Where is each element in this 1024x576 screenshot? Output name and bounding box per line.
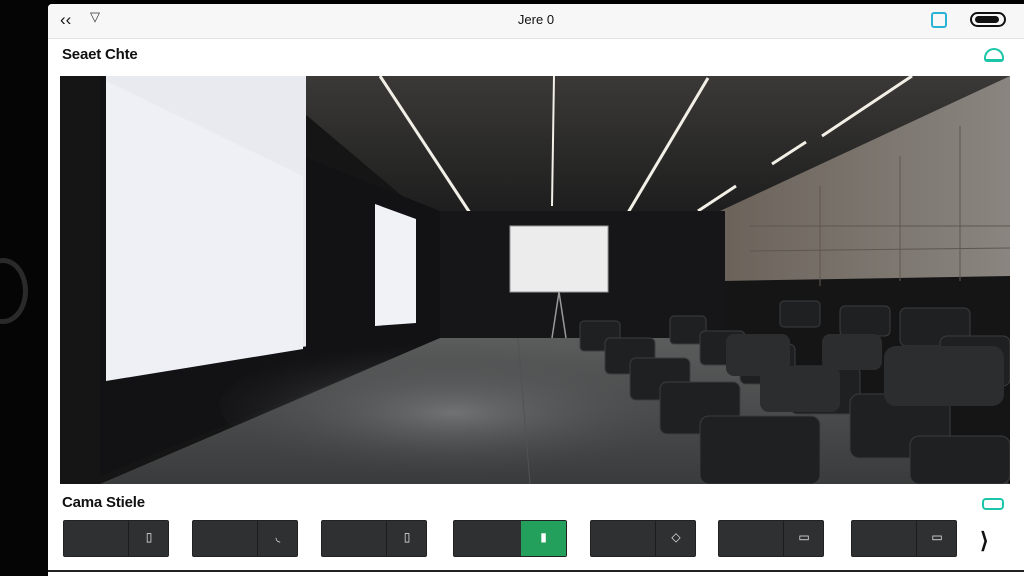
control-button-3[interactable]: ▯ (321, 520, 427, 557)
control-icon: ▯ (403, 530, 411, 544)
toggle-icon[interactable] (982, 498, 1004, 510)
control-divider (655, 521, 656, 556)
control-button-4-active[interactable]: ▮ (453, 520, 567, 557)
control-button-2[interactable]: ◟ (192, 520, 298, 557)
control-button-1[interactable]: ▯ (63, 520, 169, 557)
control-divider (916, 521, 917, 556)
app-window: ‹‹ ▽ Jere 0 Seaet Chte Cama Stiele ▯ ◟ ▯… (48, 4, 1024, 576)
control-button-7[interactable]: ▭ (851, 520, 957, 557)
camera-preview[interactable] (60, 76, 1010, 484)
refresh-icon[interactable] (984, 48, 1004, 62)
camera-icon[interactable] (931, 12, 947, 28)
control-icon: ◇ (671, 530, 681, 544)
preview-section-title: Seaet Chte (62, 46, 138, 63)
theater-scene-image (60, 76, 1010, 484)
control-divider (257, 521, 258, 556)
control-icon: ▮ (540, 530, 547, 544)
camera-control-bar: ▯ ◟ ▯ ▮ ◇ ▭ ▭ (62, 520, 1024, 560)
window-title: Jere 0 (517, 12, 555, 27)
status-bar: ‹‹ ▽ Jere 0 (48, 4, 1024, 39)
battery-icon (970, 12, 1006, 27)
device-bezel (0, 0, 48, 576)
control-icon: ▭ (798, 530, 810, 544)
home-ring-icon (0, 258, 28, 324)
control-divider (783, 521, 784, 556)
control-icon: ▯ (145, 530, 153, 544)
controls-section-title: Cama Stiele (62, 494, 145, 511)
control-button-5[interactable]: ◇ (590, 520, 696, 557)
next-arrow-icon[interactable]: ⟩ (980, 528, 989, 554)
control-button-6[interactable]: ▭ (718, 520, 824, 557)
control-divider (386, 521, 387, 556)
control-icon: ▭ (931, 530, 943, 544)
control-divider (128, 521, 129, 556)
control-icon: ◟ (275, 530, 281, 544)
bottom-divider (48, 570, 1024, 572)
